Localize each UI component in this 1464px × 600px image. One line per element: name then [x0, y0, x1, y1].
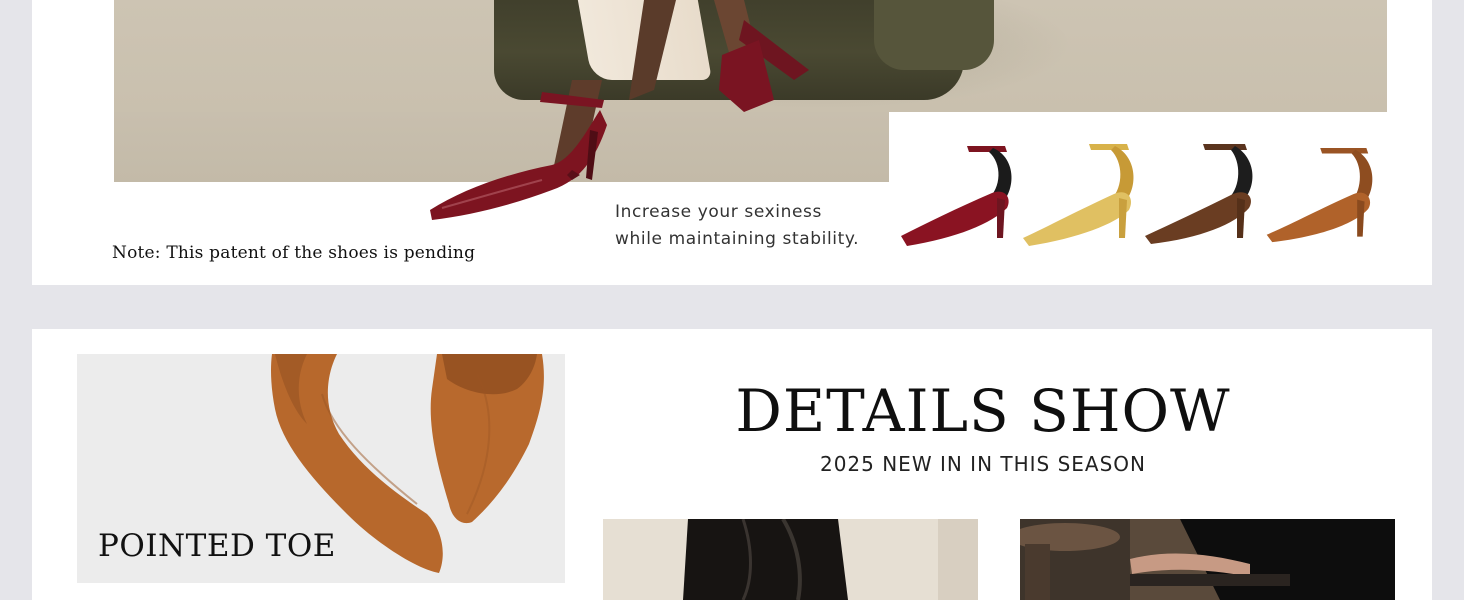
- product-detail-panel-top: Increase your sexiness while maintaining…: [32, 0, 1432, 285]
- section-subheading: 2025 NEW IN IN THIS SEASON: [819, 452, 1147, 476]
- tagline-line-1: Increase your sexiness: [615, 202, 822, 222]
- sofa-arm-image: [874, 0, 994, 70]
- section-heading: DETAILS SHOW: [735, 377, 1231, 445]
- burgundy-heel-worn-image: [430, 80, 607, 220]
- color-variants: [897, 138, 1397, 253]
- variant-brown-image[interactable]: [1141, 138, 1261, 253]
- variant-gold-image[interactable]: [1019, 138, 1139, 253]
- patent-note: Note: This patent of the shoes is pendin…: [112, 243, 476, 263]
- tagline-line-2: while maintaining stability.: [615, 229, 860, 249]
- leather-skirt-image: [603, 519, 978, 600]
- detail-photo-1[interactable]: [603, 519, 978, 600]
- details-panel: POINTED TOE DETAILS SHOW 2025 NEW IN IN …: [32, 329, 1432, 600]
- tagline: Increase your sexiness while maintaining…: [615, 199, 905, 253]
- pointed-toe-feature-card: POINTED TOE: [77, 354, 565, 583]
- variant-burgundy-image[interactable]: [897, 138, 1017, 253]
- seated-model-image: [1020, 519, 1395, 600]
- detail-photo-2[interactable]: [1020, 519, 1395, 600]
- lifestyle-photo: [114, 0, 1387, 112]
- feature-label: POINTED TOE: [98, 528, 336, 564]
- variant-camel-image[interactable]: [1263, 138, 1383, 253]
